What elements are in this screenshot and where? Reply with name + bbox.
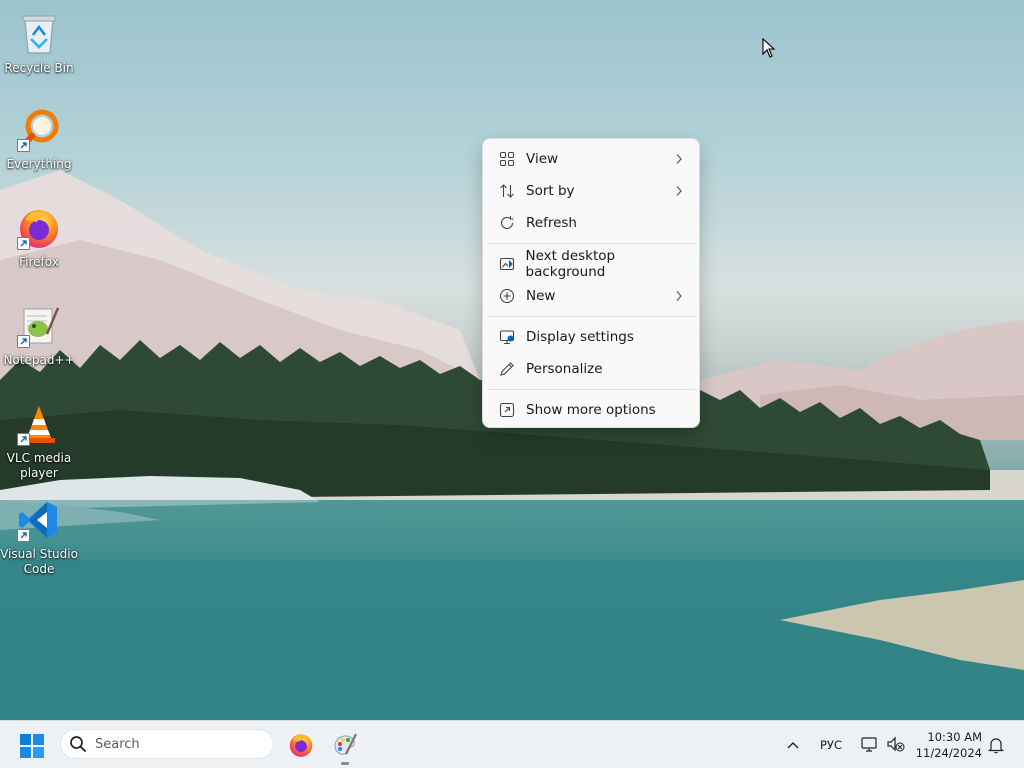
- menu-item-show-more-options[interactable]: Show more options: [487, 394, 695, 426]
- menu-item-sort-by[interactable]: Sort by: [487, 175, 695, 207]
- menu-item-label: New: [526, 288, 556, 304]
- sort-icon: [497, 181, 517, 201]
- menu-item-refresh[interactable]: Refresh: [487, 207, 695, 239]
- clock-date: 11/24/2024: [915, 746, 982, 760]
- desktop-icon-label: Notepad++: [3, 353, 75, 367]
- firefox-icon: [15, 204, 63, 252]
- chevron-right-icon: [675, 185, 683, 201]
- desktop-icon-notepad-plus-plus[interactable]: Notepad++: [0, 302, 78, 368]
- bell-icon: [988, 738, 1004, 754]
- menu-separator: [487, 389, 695, 390]
- desktop-context-menu: View Sort by Refresh Next desktop backgr…: [482, 138, 700, 428]
- taskbar-search-box[interactable]: Search: [60, 729, 274, 759]
- new-plus-icon: [497, 286, 517, 306]
- clock-time: 10:30 AM: [927, 730, 982, 744]
- next-background-icon: [497, 254, 517, 274]
- desktop-icon-vlc[interactable]: VLC media player: [0, 400, 78, 481]
- taskbar-app-paint[interactable]: [332, 732, 358, 758]
- paint-icon: [334, 733, 357, 755]
- firefox-icon: [289, 734, 313, 757]
- desktop-icon-label-line: Code: [23, 562, 55, 576]
- show-hidden-icons-button[interactable]: [786, 721, 800, 769]
- chevron-right-icon: [675, 290, 683, 306]
- search-placeholder: Search: [95, 736, 140, 752]
- desktop-icon-label: VLC media player: [7, 451, 71, 481]
- menu-item-personalize[interactable]: Personalize: [487, 353, 695, 385]
- shortcut-arrow-icon: [17, 237, 30, 250]
- mouse-cursor-icon: [762, 37, 776, 62]
- desktop-icon-label: Firefox: [19, 255, 59, 269]
- menu-item-label: Sort by: [526, 183, 575, 199]
- everything-search-icon: [15, 106, 63, 154]
- menu-item-label: Show more options: [526, 402, 656, 418]
- menu-separator: [487, 316, 695, 317]
- notepad-plus-plus-icon: [15, 302, 63, 350]
- chevron-right-icon: [675, 153, 683, 169]
- running-app-indicator: [341, 762, 349, 765]
- notifications-button[interactable]: [988, 721, 1004, 769]
- menu-item-new[interactable]: New: [487, 280, 695, 312]
- taskbar-clock[interactable]: 10:30 AM 11/24/2024: [916, 729, 982, 761]
- shortcut-arrow-icon: [17, 529, 30, 542]
- shortcut-arrow-icon: [17, 139, 30, 152]
- shortcut-arrow-icon: [17, 335, 30, 348]
- desktop-icon-label: Visual Studio Code: [0, 547, 78, 577]
- pen-icon: [497, 359, 517, 379]
- windows-logo-icon: [20, 734, 44, 758]
- display-settings-icon: [497, 327, 517, 347]
- menu-item-display-settings[interactable]: Display settings: [487, 321, 695, 353]
- network-icon: [861, 737, 877, 752]
- recycle-bin-icon: [15, 10, 63, 58]
- desktop-icon-vscode[interactable]: Visual Studio Code: [0, 496, 78, 577]
- network-status-button[interactable]: [860, 721, 880, 769]
- menu-separator: [487, 243, 695, 244]
- taskbar: Search РУС 10:30 AM 11/24/2024: [0, 720, 1024, 768]
- desktop-icon-label-line: VLC media: [6, 451, 72, 465]
- menu-item-label: Display settings: [526, 329, 634, 345]
- refresh-icon: [497, 213, 517, 233]
- desktop-icon-label: Everything: [6, 157, 72, 171]
- desktop-icon-firefox[interactable]: Firefox: [0, 204, 78, 270]
- menu-item-label: Next desktop background: [525, 248, 616, 280]
- menu-item-label: Personalize: [526, 361, 603, 377]
- language-indicator[interactable]: РУС: [820, 721, 842, 769]
- desktop-icon-recycle-bin[interactable]: Recycle Bin: [0, 10, 78, 76]
- desktop-background[interactable]: Recycle Bin Everything Firefox Notepad++…: [0, 0, 1024, 720]
- grid-view-icon: [497, 149, 517, 169]
- taskbar-app-firefox[interactable]: [288, 732, 314, 758]
- desktop-icon-everything[interactable]: Everything: [0, 106, 78, 172]
- menu-item-label: View: [526, 151, 559, 167]
- desktop-icon-label-line: Visual Studio: [0, 547, 78, 561]
- search-icon: [70, 736, 86, 752]
- speaker-muted-icon: [887, 736, 905, 752]
- shortcut-arrow-icon: [17, 433, 30, 446]
- menu-item-label: Refresh: [526, 215, 577, 231]
- language-label: РУС: [820, 738, 842, 752]
- desktop-icon-label-line: player: [20, 466, 58, 480]
- menu-item-next-desktop-background[interactable]: Next desktop background: [487, 248, 695, 280]
- chevron-up-icon: [787, 742, 799, 749]
- start-button[interactable]: [20, 734, 44, 758]
- menu-item-view[interactable]: View: [487, 143, 695, 175]
- vlc-icon: [15, 400, 63, 448]
- volume-status-button[interactable]: [886, 721, 906, 769]
- show-more-icon: [497, 400, 517, 420]
- vscode-icon: [15, 496, 63, 544]
- desktop-icon-label: Recycle Bin: [4, 61, 74, 75]
